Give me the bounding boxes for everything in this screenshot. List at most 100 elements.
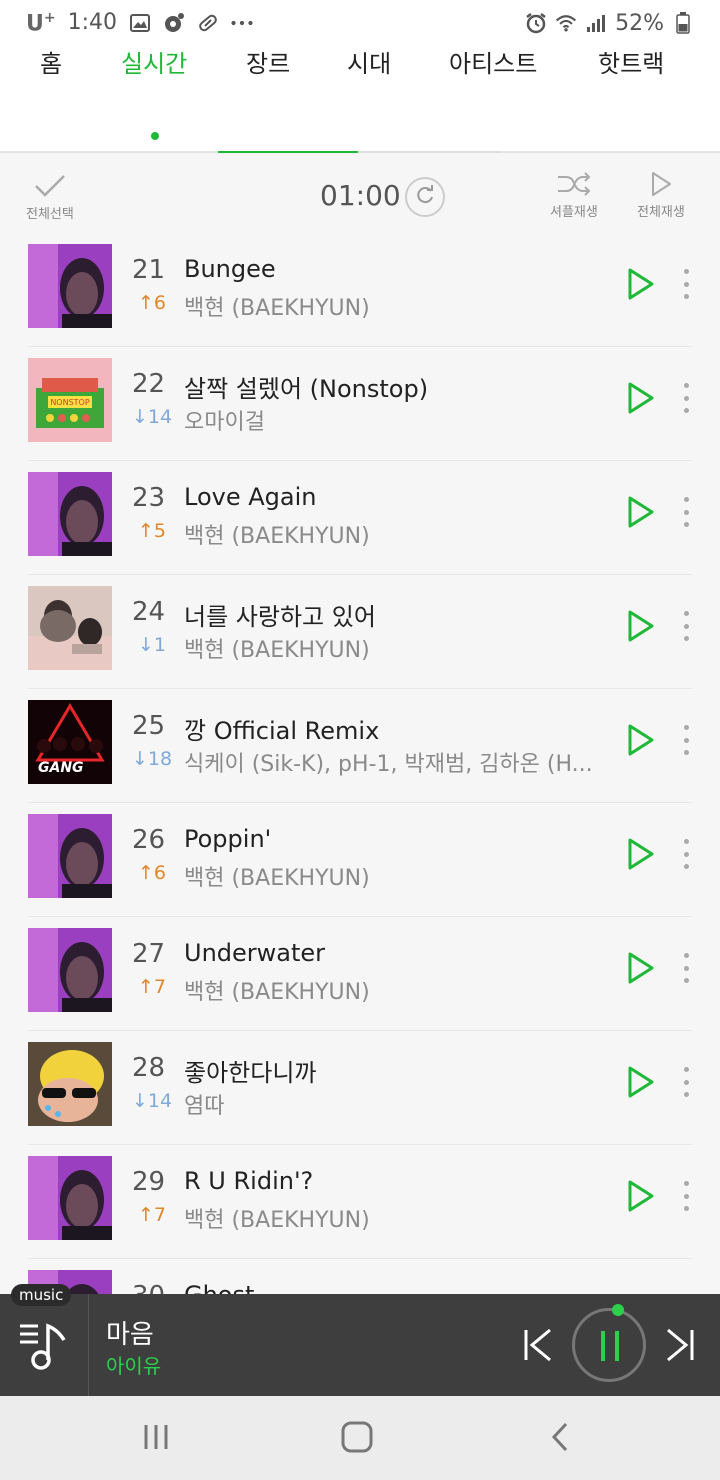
play-all-button[interactable]: 전체재생 (637, 171, 685, 220)
more-vertical-icon[interactable] (678, 1065, 694, 1099)
track-row[interactable]: 21 ↑6 Bungee 백현 (BAEKHYUN) (28, 233, 692, 347)
play-icon[interactable] (626, 609, 656, 643)
now-playing-artist: 아이유 (106, 1354, 162, 1378)
back-icon[interactable] (548, 1421, 572, 1457)
track-rank: 29 (132, 1167, 166, 1197)
track-row[interactable]: 23 ↑5 Love Again 백현 (BAEKHYUN) (28, 461, 692, 575)
gang-cover-text: GANG (38, 760, 84, 776)
album-art-nonstop-box: NONSTOP (28, 358, 112, 442)
track-row[interactable]: NONSTOP 22 ↓14 살짝 설렜어 (Nonstop) 오마이걸 (28, 347, 692, 461)
album-art-purple-portrait (28, 244, 112, 328)
refresh-button[interactable] (405, 177, 445, 217)
battery-percent: 52% (615, 10, 664, 36)
rank-change: ↓14 (132, 1090, 173, 1112)
album-art-purple-portrait (28, 928, 112, 1012)
tab-hottrack[interactable]: 핫트랙 (598, 44, 664, 79)
play-icon[interactable] (626, 495, 656, 529)
refresh-timer: 01:00 (320, 179, 401, 212)
tab-era[interactable]: 시대 (347, 44, 391, 79)
track-rank: 25 (132, 711, 166, 741)
play-outline-icon (648, 171, 674, 201)
chart-toolbar: 전체선택 01:00 셔플재생 전체재생 (0, 153, 720, 233)
track-artist: 백현 (BAEKHYUN) (184, 296, 370, 321)
tab-home[interactable]: 홈 (40, 44, 62, 79)
track-row[interactable]: 27 ↑7 Underwater 백현 (BAEKHYUN) (28, 917, 692, 1031)
play-icon[interactable] (626, 723, 656, 757)
more-vertical-icon[interactable] (678, 951, 694, 985)
tab-realtime[interactable]: 실시간 (121, 44, 187, 79)
home-icon[interactable] (340, 1420, 374, 1458)
rank-change: ↑5 (137, 520, 166, 542)
album-art-gang-cover: GANG (28, 700, 112, 784)
track-rank: 30 (132, 1281, 165, 1294)
track-rank: 26 (132, 825, 166, 855)
playlist-music-icon[interactable] (18, 1320, 70, 1376)
more-notifications-icon (231, 12, 253, 34)
track-title: R U Ridin'? (184, 1167, 314, 1195)
play-icon[interactable] (626, 837, 656, 871)
pause-button[interactable] (572, 1308, 646, 1382)
track-rank: 27 (132, 939, 166, 969)
track-artist: 백현 (BAEKHYUN) (184, 524, 370, 549)
track-row[interactable]: 28 ↓14 좋아한다니까 염따 (28, 1031, 692, 1145)
track-title: 좋아한다니까 (184, 1059, 317, 1087)
mini-player[interactable]: 마음 아이유 (0, 1294, 720, 1396)
tab-genre[interactable]: 장르 (246, 44, 290, 79)
rank-change: ↓1 (137, 634, 166, 656)
track-row[interactable]: 26 ↑6 Poppin' 백현 (BAEKHYUN) (28, 803, 692, 917)
track-artist: 백현 (BAEKHYUN) (184, 866, 370, 891)
track-title: Ghost (184, 1281, 254, 1294)
track-artist: 식케이 (Sik-K), pH-1, 박재범, 김하온 (H... (184, 752, 593, 777)
track-title: Underwater (184, 939, 326, 967)
rank-change: ↑7 (137, 976, 166, 998)
album-art-yellow-hair (28, 1042, 112, 1126)
album-art-purple-portrait (28, 1156, 112, 1240)
play-icon[interactable] (626, 1065, 656, 1099)
recent-apps-icon[interactable] (142, 1422, 172, 1456)
track-title: 너를 사랑하고 있어 (184, 603, 376, 631)
select-all-button[interactable]: 전체선택 (26, 173, 74, 222)
play-icon[interactable] (626, 951, 656, 985)
play-icon[interactable] (626, 381, 656, 415)
carrier-label: U+ (26, 9, 56, 37)
play-icon[interactable] (626, 267, 656, 301)
track-rank: 23 (132, 483, 166, 513)
track-artist: 오마이걸 (184, 410, 265, 435)
more-vertical-icon[interactable] (678, 1179, 694, 1213)
more-vertical-icon[interactable] (678, 837, 694, 871)
wifi-icon (555, 12, 577, 34)
select-all-label: 전체선택 (26, 207, 74, 222)
track-row[interactable]: 30 Ghost (28, 1259, 692, 1294)
more-vertical-icon[interactable] (678, 609, 694, 643)
tab-artist[interactable]: 아티스트 (449, 44, 537, 79)
more-vertical-icon[interactable] (678, 267, 694, 301)
track-rank: 24 (132, 597, 166, 627)
gallery-icon (129, 12, 151, 34)
rank-change: ↑7 (137, 1204, 166, 1226)
track-artist: 염따 (184, 1094, 225, 1119)
track-artist: 백현 (BAEKHYUN) (184, 1208, 370, 1233)
track-row[interactable]: 24 ↓1 너를 사랑하고 있어 백현 (BAEKHYUN) (28, 575, 692, 689)
skip-previous-icon[interactable] (522, 1328, 554, 1366)
chart-track-list: 21 ↑6 Bungee 백현 (BAEKHYUN) NONSTOP 22 ↓1… (0, 233, 720, 1294)
skip-next-icon[interactable] (664, 1328, 696, 1366)
more-vertical-icon[interactable] (678, 495, 694, 529)
play-all-label: 전체재생 (637, 205, 685, 220)
shuffle-play-button[interactable]: 셔플재생 (550, 171, 598, 220)
battery-icon (672, 12, 694, 34)
track-row[interactable]: GANG 25 ↓18 깡 Official Remix 식케이 (Sik-K)… (28, 689, 692, 803)
track-title: 살짝 설렜어 (Nonstop) (184, 375, 429, 403)
pause-icon (597, 1329, 623, 1367)
more-vertical-icon[interactable] (678, 723, 694, 757)
playback-progress-dot[interactable] (612, 1304, 624, 1316)
track-title: 깡 Official Remix (184, 717, 380, 745)
play-icon[interactable] (626, 1179, 656, 1213)
status-bar: U+ 1:40 52% (0, 0, 720, 46)
player-divider (88, 1294, 89, 1396)
music-badge: music (11, 1284, 72, 1306)
track-rank: 21 (132, 255, 166, 285)
more-vertical-icon[interactable] (678, 381, 694, 415)
track-rank: 22 (132, 369, 166, 399)
system-nav-bar (0, 1396, 720, 1480)
track-row[interactable]: 29 ↑7 R U Ridin'? 백현 (BAEKHYUN) (28, 1145, 692, 1259)
